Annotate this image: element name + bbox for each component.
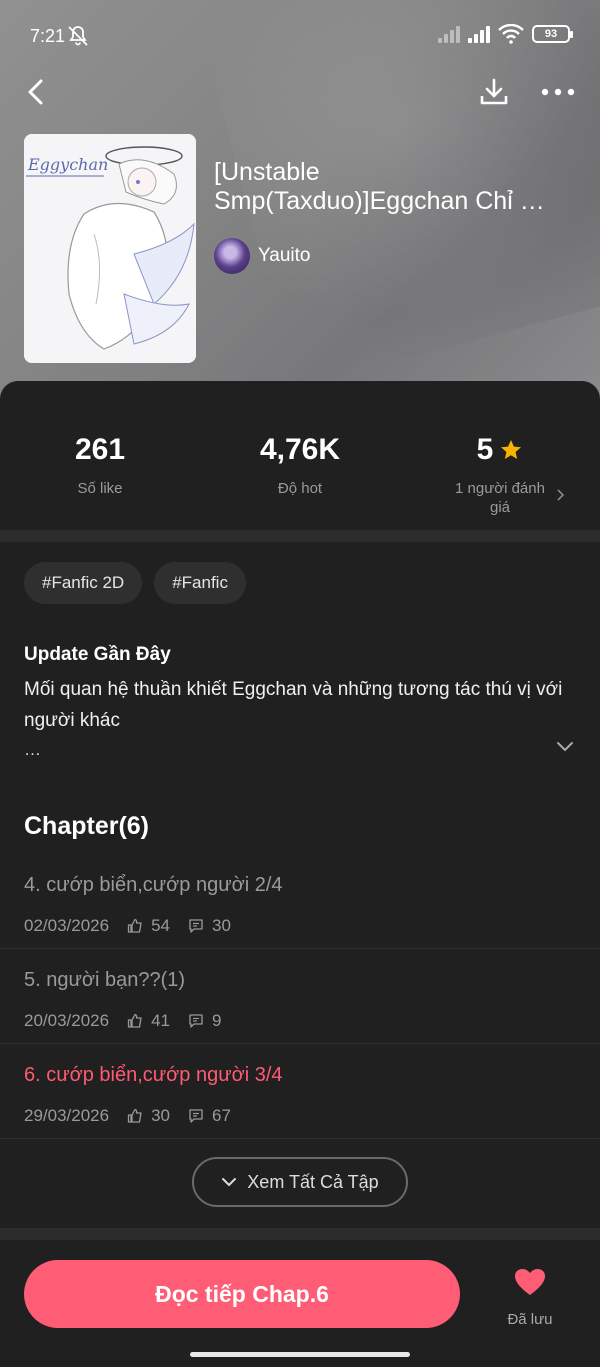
stats-card: 261 Số like 4,76K Độ hot 5 1 người đánh … [0,381,600,531]
cover-illustration: Eggychan [24,134,196,363]
bell-off-icon [68,26,88,46]
home-indicator[interactable] [190,1352,410,1357]
stat-rating-label: 1 người đánh giá [455,480,545,516]
update-description: Mối quan hệ thuần khiết Eggchan và những… [24,679,563,731]
chapter-title: 5. người bạn??(1) [24,969,186,991]
stat-rating[interactable]: 5 1 người đánh giá [400,433,600,517]
stat-likes: 261 Số like [0,433,200,498]
chapter-row[interactable]: 5. người bạn??(1) 20/03/2026 41 9 [0,949,600,1044]
update-heading: Update Gần Đây [24,644,171,665]
signal-sim1-icon [438,25,460,43]
comment-icon [189,1014,203,1028]
saved-button[interactable]: Đã lưu [500,1268,560,1328]
section-divider [0,1228,600,1240]
description-ellipsis: … [24,740,41,759]
chapter-likes: 30 [151,1106,171,1125]
battery-level: 93 [544,28,558,40]
chevron-left-icon [28,79,43,105]
chapter-date: 02/03/2026 [24,916,110,935]
chevron-right-icon [557,489,564,501]
chevron-down-icon [222,1178,237,1187]
tag-chip[interactable]: #Fanfic [154,562,246,604]
wifi-icon [498,24,524,44]
stat-hot: 4,76K Độ hot [200,433,400,498]
chevron-down-icon [557,742,573,752]
thumb-up-icon [127,1013,142,1028]
chapter-title: 6. cướp biển,cướp người 3/4 [24,1064,283,1086]
saved-label: Đã lưu [507,1311,553,1328]
download-button[interactable] [474,72,514,112]
thumb-up-icon [127,1108,142,1123]
author-avatar [214,238,250,274]
stat-likes-label: Số like [77,480,123,497]
top-bar [0,70,600,114]
battery-icon: 93 [532,25,573,43]
back-button[interactable] [16,72,56,112]
chapter-comments: 9 [212,1011,222,1030]
chapter-comments: 30 [212,916,231,935]
comment-icon [189,919,203,933]
author-link[interactable]: Yauito [214,238,310,274]
download-icon [480,78,508,105]
chapter-date: 20/03/2026 [24,1011,110,1030]
author-name: Yauito [258,245,311,266]
stat-likes-value: 261 [74,433,126,466]
signal-sim2-icon [468,25,490,43]
status-time: 7:21 [30,26,66,46]
expand-description-button[interactable] [556,740,574,758]
book-cover[interactable]: Eggychan [24,134,196,363]
heart-icon [515,1269,545,1295]
more-options-button[interactable] [538,72,578,112]
view-all-chapters-button[interactable]: Xem Tất Cả Tập [192,1157,408,1207]
tag-list: #Fanfic 2D #Fanfic [24,562,246,604]
chapter-row-current[interactable]: 6. cướp biển,cướp người 3/4 29/03/2026 3… [0,1044,600,1139]
stat-hot-label: Độ hot [277,480,323,497]
chapter-likes: 54 [151,916,171,935]
chapter-date: 29/03/2026 [24,1106,110,1125]
chapter-comments: 67 [212,1106,231,1125]
stat-rating-value: 5 [476,433,494,466]
status-bar: 7:21 93 [0,0,600,72]
cover-signature-text: Eggychan [27,155,108,174]
view-all-label: Xem Tất Cả Tập [247,1171,379,1192]
comment-icon [189,1109,203,1123]
chapter-list-heading: Chapter(6) [24,812,150,840]
chapter-title: 4. cướp biển,cướp người 2/4 [24,874,283,896]
section-divider [0,530,600,542]
continue-reading-button[interactable]: Đọc tiếp Chap.6 [24,1260,460,1328]
bottom-action-bar: Đọc tiếp Chap.6 Đã lưu [0,1240,600,1367]
more-horizontal-icon [541,88,575,96]
thumb-up-icon [127,918,142,933]
chapter-row[interactable]: 4. cướp biển,cướp người 2/4 02/03/2026 5… [0,854,600,949]
book-title: [Unstable Smp(Taxduo)]Eggchan Chỉ … [214,158,545,215]
chapter-likes: 41 [151,1011,171,1030]
stat-hot-value: 4,76K [259,433,341,466]
star-icon [501,440,522,459]
tag-chip[interactable]: #Fanfic 2D [24,562,143,604]
